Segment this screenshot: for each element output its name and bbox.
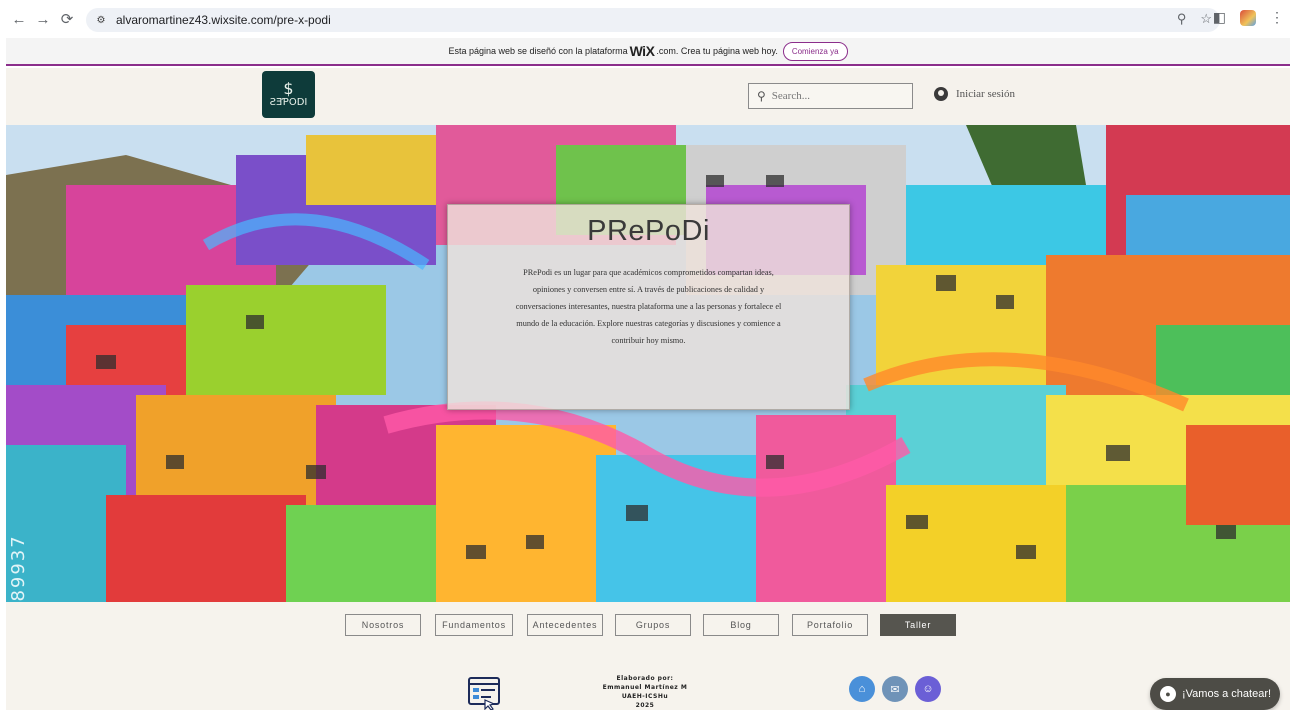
nav-item-portafolio[interactable]: Portafolio xyxy=(792,614,868,636)
chat-label: ¡Vamos a chatear! xyxy=(1182,688,1272,700)
start-now-button[interactable]: Comienza ya xyxy=(782,41,848,61)
nav-item-nosotros[interactable]: Nosotros xyxy=(345,614,421,636)
login-label: Iniciar sesión xyxy=(956,88,1015,100)
browser-toolbar: ← → ⟳ ⚙ alvaromartinez43.wixsite.com/pre… xyxy=(0,0,1292,38)
site-info-icon[interactable]: ⚙ xyxy=(94,13,108,27)
credits-line: Elaborado por: xyxy=(616,675,674,682)
url-text[interactable]: alvaromartinez43.wixsite.com/pre-x-podi xyxy=(116,13,331,27)
credits-author: Emmanuel Martínez M xyxy=(602,684,688,691)
wix-logo[interactable]: WiX xyxy=(630,43,655,59)
login-link[interactable]: Iniciar sesión xyxy=(934,87,1015,101)
nav-item-antecedentes[interactable]: Antecedentes xyxy=(527,614,603,636)
zoom-icon[interactable]: ⚲ xyxy=(1177,11,1187,27)
menu-kebab-icon[interactable]: ⋮ xyxy=(1270,9,1284,26)
main-nav: Nosotros Fundamentos Antecedentes Grupos… xyxy=(6,602,1290,650)
mail-icon[interactable]: ✉ xyxy=(882,676,908,702)
bookmark-star-icon[interactable]: ☆ xyxy=(1200,11,1212,27)
wix-banner-text-after: .com. Crea tu página web hoy. xyxy=(656,46,778,56)
nav-item-fundamentos[interactable]: Fundamentos xyxy=(435,614,513,636)
wix-promo-banner: Esta página web se diseñó con la platafo… xyxy=(6,38,1290,66)
hero-intro-card: PRePoDi PRePodi es un lugar para que aca… xyxy=(447,204,850,410)
browser-nav-buttons: ← → ⟳ xyxy=(8,8,78,30)
side-panel-icon[interactable]: ◧ xyxy=(1213,9,1226,26)
chat-widget-button[interactable]: ● ¡Vamos a chatear! xyxy=(1150,678,1280,710)
logo-mark-icon: $ xyxy=(283,79,294,98)
search-icon: ⚲ xyxy=(757,88,766,103)
footer-credits: Elaborado por: Emmanuel Martínez M UAEH-… xyxy=(600,674,690,710)
nav-item-blog[interactable]: Blog xyxy=(703,614,779,636)
user-avatar-icon xyxy=(934,87,948,101)
online-form-icon xyxy=(468,677,500,710)
site-logo[interactable]: $ ƧƎƤODI xyxy=(262,71,315,118)
address-bar[interactable]: ⚙ alvaromartinez43.wixsite.com/pre-x-pod… xyxy=(86,8,1220,32)
hero-image-watermark: 889937 xyxy=(8,534,29,602)
home-icon[interactable]: ⌂ xyxy=(849,676,875,702)
credits-year: 2025 xyxy=(635,702,655,709)
forward-arrow-icon[interactable]: → xyxy=(32,8,54,30)
logo-text: ƧƎƤODI xyxy=(269,97,308,108)
hero-title: PRePoDi xyxy=(587,215,710,247)
reload-icon[interactable]: ⟳ xyxy=(56,8,78,30)
wix-banner-text: Esta página web se diseñó con la platafo… xyxy=(448,46,628,56)
site-header: $ ƧƎƤODI ⚲ Search... Iniciar sesión xyxy=(6,68,1290,125)
nav-item-taller[interactable]: Taller xyxy=(880,614,956,636)
site-footer: Elaborado por: Emmanuel Martínez M UAEH-… xyxy=(6,650,1290,710)
nav-item-grupos[interactable]: Grupos xyxy=(615,614,691,636)
chat-icon[interactable]: ☺ xyxy=(915,676,941,702)
hero-description: PRePodi es un lugar para que académicos … xyxy=(515,268,782,345)
back-arrow-icon[interactable]: ← xyxy=(8,8,30,30)
extension-icon[interactable] xyxy=(1240,9,1256,26)
credits-institution: UAEH-ICSHu xyxy=(621,693,669,700)
search-input[interactable]: ⚲ Search... xyxy=(748,83,913,109)
hero-banner: 889937 PRePoDi PRePodi es un lugar para … xyxy=(6,125,1290,602)
chat-bubble-icon: ● xyxy=(1160,686,1176,702)
search-placeholder: Search... xyxy=(771,90,810,102)
